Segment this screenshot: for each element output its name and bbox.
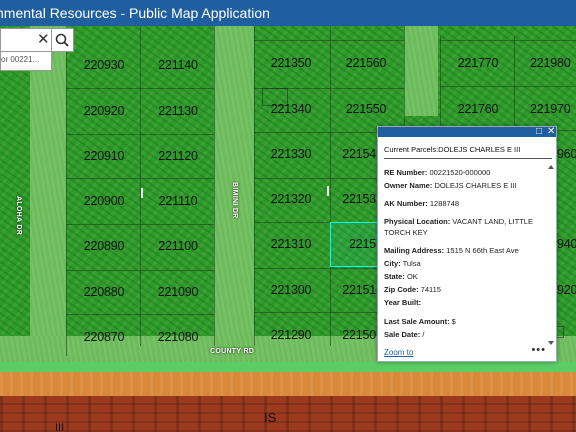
parcel-label[interactable]: 221770 [447, 56, 509, 70]
last-sale-amount-value: $ [451, 317, 456, 326]
popup-title: Current Parcels:DOLEJS CHARLES E III [384, 145, 552, 159]
close-icon[interactable]: ✕ [547, 126, 555, 137]
zone-label-is: IS [264, 410, 277, 425]
zoom-to-link[interactable]: Zoom to [384, 348, 413, 357]
popup-footer: Zoom to ••• [384, 344, 552, 358]
zoning-band-orange [0, 372, 576, 396]
parcel-label[interactable]: 221550 [335, 102, 397, 116]
search-button[interactable] [51, 28, 74, 52]
parcel-label[interactable]: 221560 [335, 56, 397, 70]
scroll-up-icon[interactable] [548, 165, 554, 169]
clear-icon[interactable]: ✕ [37, 32, 50, 48]
state-value: OK [406, 272, 418, 281]
parcel-label[interactable]: 221120 [147, 149, 209, 163]
scroll-down-icon[interactable] [548, 341, 554, 345]
city-value: Tulsa [402, 259, 421, 268]
street-label-aloha: ALOHA DR [15, 196, 22, 236]
parcel-label[interactable]: 221980 [522, 56, 576, 70]
parcel-label[interactable]: 22154 [330, 147, 376, 161]
parcel-label[interactable]: 940 [557, 237, 576, 251]
parcel-label[interactable]: 221140 [147, 58, 209, 72]
aloha-dr-road [30, 26, 66, 346]
mailing-address-label: Mailing Address: [384, 246, 445, 255]
parcel-label[interactable]: 221760 [447, 102, 509, 116]
city-label: City: [384, 259, 401, 268]
parcel-label[interactable]: 22151 [330, 283, 376, 297]
mailing-address-value: 1515 N 66th East Ave [446, 246, 519, 255]
re-number-value: 00221520-000000 [429, 168, 491, 177]
zoning-band-green [0, 362, 576, 372]
search-widget: ✕ or 00221... [0, 28, 74, 71]
search-suggestion[interactable]: or 00221... [0, 52, 52, 71]
parcel-label[interactable]: 960 [557, 147, 576, 161]
zone-label-iii: III [55, 422, 65, 432]
more-options-icon[interactable]: ••• [531, 344, 546, 356]
street-label-county: COUNTY RD [210, 348, 255, 355]
last-sale-amount-label: Last Sale Amount: [384, 317, 450, 326]
parcel-label[interactable]: 221320 [260, 192, 322, 206]
physical-location-label: Physical Location: [384, 217, 451, 226]
popup-content[interactable]: RE Number: 00221520-000000 Owner Name: D… [384, 167, 546, 347]
parcel-label[interactable]: 221080 [147, 330, 209, 344]
search-input[interactable]: ✕ [0, 28, 52, 52]
parcel-label[interactable]: 2215 [330, 237, 376, 251]
owner-name-value: DOLEJS CHARLES E III [434, 181, 517, 190]
sale-date-value: / [422, 330, 425, 339]
parcel-label[interactable]: 221310 [260, 237, 322, 251]
zip-code-label: Zip Code: [384, 285, 419, 294]
parcel-label[interactable]: 220890 [73, 239, 135, 253]
zip-code-value: 74115 [420, 285, 441, 294]
zoning-band-brown [0, 396, 576, 432]
search-icon [55, 33, 69, 47]
parcel-label[interactable]: 220870 [73, 330, 135, 344]
road-corridor-east [404, 26, 438, 116]
parcel-label[interactable]: 22150 [330, 328, 376, 342]
parcel-label[interactable]: 221090 [147, 285, 209, 299]
app-title: nmental Resources - Public Map Applicati… [0, 5, 270, 21]
state-label: State: [384, 272, 405, 281]
parcel-label[interactable]: 221350 [260, 56, 322, 70]
parcel-label[interactable]: 220880 [73, 285, 135, 299]
ak-number-value: 1288748 [429, 199, 460, 208]
parcel-label[interactable]: 220910 [73, 149, 135, 163]
parcel-label[interactable]: 221290 [260, 328, 322, 342]
parcel-label[interactable]: 22153 [330, 192, 376, 206]
street-label-bimini: BIMINI DR [231, 182, 238, 219]
parcel-label[interactable]: 920 [557, 283, 576, 297]
maximize-icon[interactable]: □ [536, 126, 542, 137]
parcel-label[interactable]: 220930 [73, 58, 135, 72]
re-number-label: RE Number: [384, 168, 428, 177]
popup-scrollbar[interactable] [548, 165, 554, 345]
parcel-label[interactable]: 221110 [147, 194, 209, 208]
ak-number-label: AK Number: [384, 199, 428, 208]
owner-name-label: Owner Name: [384, 181, 433, 190]
app-header: nmental Resources - Public Map Applicati… [0, 0, 576, 26]
parcel-label[interactable]: 221300 [260, 283, 322, 297]
parcel-label[interactable]: 221970 [522, 102, 576, 116]
parcel-label[interactable]: 220900 [73, 194, 135, 208]
parcel-label[interactable]: 221340 [260, 102, 322, 116]
year-built-label: Year Built: [384, 298, 422, 307]
parcel-popup: □ ✕ Current Parcels:DOLEJS CHARLES E III… [377, 126, 557, 362]
parcel-label[interactable]: 221330 [260, 147, 322, 161]
parcel-label[interactable]: 221100 [147, 239, 209, 253]
parcel-label[interactable]: 221130 [147, 104, 209, 118]
popup-titlebar: □ ✕ [378, 126, 556, 137]
parcel-label[interactable]: 220920 [73, 104, 135, 118]
sale-date-label: Sale Date: [384, 330, 421, 339]
